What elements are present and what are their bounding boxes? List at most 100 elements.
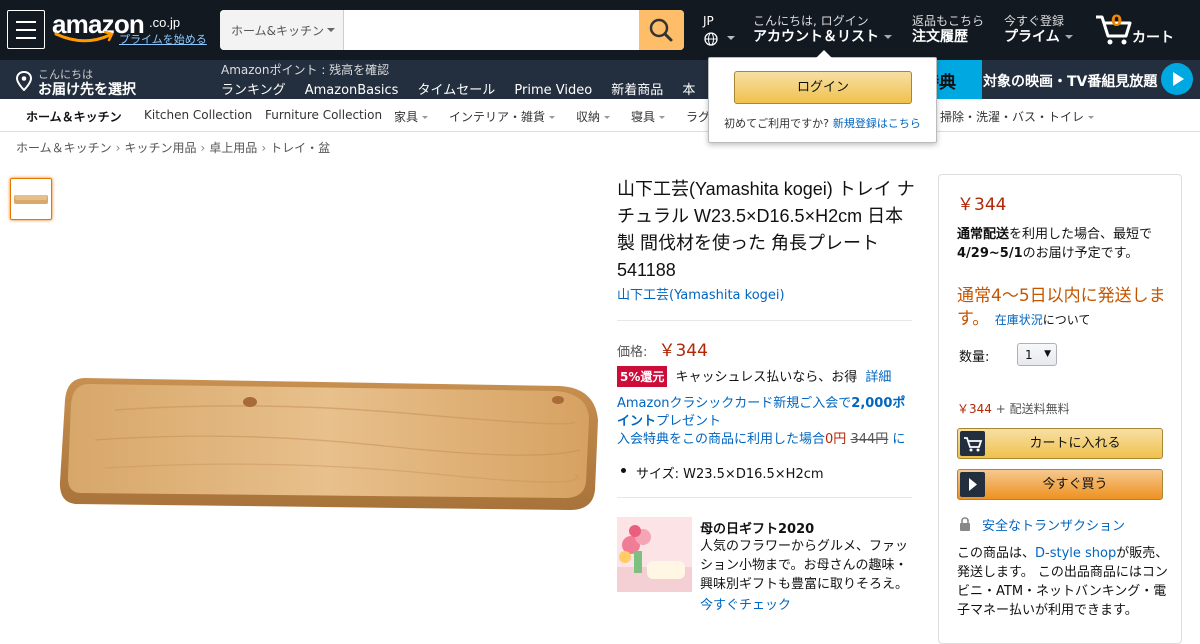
chevron-down-icon (659, 116, 666, 119)
location-pin-icon (15, 71, 33, 91)
nav-belt: amazon .co.jp プライムを始める ホーム&キッチン JP こんにちは… (0, 0, 1200, 60)
flyout-arrow (816, 50, 832, 58)
search-input[interactable] (344, 10, 639, 50)
prime-line2: プライム (1004, 29, 1060, 45)
secure-transaction-label: 安全なトランザクション (982, 519, 1126, 534)
card-benefit-price: 0円 (825, 432, 847, 447)
account-label: アカウント＆リスト (753, 29, 879, 45)
subnav-rugs[interactable]: ラグ (686, 108, 710, 125)
delivery-text: を利用した場合、最短で (1009, 227, 1153, 242)
quantity-select[interactable]: 1 ▼ (1017, 343, 1057, 366)
nav-link-timesale[interactable]: タイムセール (418, 83, 496, 98)
delivery-type: 通常配送 (957, 227, 1010, 242)
caret-down-icon: ▼ (1044, 349, 1051, 359)
chevron-down-icon (1064, 35, 1073, 39)
quantity-label: 数量: (959, 350, 990, 365)
account-greeting: こんにちは, ログイン (753, 14, 869, 28)
subnav-storage-label: 収納 (576, 110, 601, 124)
search-category-label: ホーム&キッチン (231, 24, 324, 38)
subnav-cleaning[interactable]: 掃除・洗濯・バス・トイレ (940, 108, 1095, 125)
nav-link-books[interactable]: 本 (682, 83, 695, 98)
breadcrumb-item[interactable]: トレイ・盆 (270, 141, 330, 155)
card-promo-present: プレゼント (656, 414, 722, 429)
brand-link[interactable]: 山下工芸(Yamashita kogei) (617, 284, 785, 303)
seller-info: この商品は、D-style shopが販売、発送します。 この出品商品にはコンビ… (957, 544, 1171, 620)
subnav-home-kitchen[interactable]: ホーム＆キッチン (26, 108, 122, 125)
product-main-image[interactable] (55, 370, 603, 518)
subnav-furniture-label: 家具 (394, 110, 419, 124)
subnav-interior[interactable]: インテリア・雑貨 (449, 108, 556, 125)
buy-box: ￥344 通常配送を利用した場合、最短で 4/29~5/1のお届け予定です。 通… (938, 174, 1182, 644)
nav-link-prime-video[interactable]: Prime Video (514, 83, 592, 98)
new-customer-text: 初めてご利用ですか? (724, 117, 829, 130)
orders-link[interactable]: 返品もこちら 注文履歴 (912, 14, 984, 46)
prime-video-promo[interactable]: 特典 対象の映画・TV番組見放題 (920, 60, 1200, 99)
play-icon (1161, 63, 1193, 95)
chevron-right-icon: › (200, 141, 206, 155)
nav-main: こんにちは お届け先を選択 Amazonポイント : 残高を確認 ランキング A… (0, 60, 1200, 99)
subnav-kitchen-collection[interactable]: Kitchen Collection (144, 108, 252, 122)
chevron-down-icon (1088, 116, 1095, 119)
cashback-text: キャッシュレス払いなら、お得 (675, 370, 858, 385)
hamburger-icon[interactable] (7, 10, 45, 49)
nav-link-ranking[interactable]: ランキング (221, 83, 286, 98)
stock-status-link[interactable]: 在庫状況 (995, 313, 1043, 327)
mothers-day-gift-image[interactable] (617, 517, 692, 592)
subnav-cleaning-label: 掃除・洗濯・バス・トイレ (940, 110, 1085, 124)
subnav-interior-label: インテリア・雑貨 (449, 110, 546, 124)
divider (617, 320, 912, 321)
breadcrumb-item[interactable]: ホーム＆キッチン (16, 141, 112, 155)
buy-now-label: 今すぐ買う (1042, 477, 1108, 492)
delivery-info: 通常配送を利用した場合、最短で 4/29~5/1のお届け予定です。 (957, 225, 1167, 263)
cashback-details-link[interactable]: 詳細 (865, 370, 891, 385)
seller-link[interactable]: D-style shop (1035, 546, 1116, 561)
buy-now-button[interactable]: 今すぐ買う (957, 469, 1163, 500)
product-price: ￥344 (658, 341, 708, 361)
language-code: JP (703, 14, 714, 28)
nav-link-amazonbasics[interactable]: AmazonBasics (305, 83, 399, 98)
orders-line2: 注文履歴 (912, 29, 968, 45)
subnav-furniture-collection[interactable]: Furniture Collection (265, 108, 382, 122)
product-title: 山下工芸(Yamashita kogei) トレイ ナチュラル W23.5×D1… (617, 179, 915, 280)
subnav-furniture[interactable]: 家具 (394, 108, 429, 125)
cashback-badge: 5%還元 (617, 366, 668, 387)
cart-label: カート (1132, 30, 1174, 46)
gift-check-link[interactable]: 今すぐチェック (700, 594, 791, 613)
stock-tail: について (1042, 313, 1091, 327)
chevron-right-icon: › (115, 141, 121, 155)
card-promo-link[interactable]: Amazonクラシックカード新規ご入会で2,000ポイントプレゼント 入会特典を… (617, 395, 912, 449)
subnav-bedding[interactable]: 寝具 (631, 108, 666, 125)
prime-menu[interactable]: 今すぐ登録 プライム (1004, 14, 1073, 46)
subnav-storage[interactable]: 収納 (576, 108, 611, 125)
add-to-cart-button[interactable]: カートに入れる (957, 428, 1163, 459)
search-category-select[interactable]: ホーム&キッチン (220, 10, 344, 50)
prime-signup-link[interactable]: プライムを始める (119, 31, 207, 47)
globe-icon (704, 32, 718, 46)
secure-transaction-link[interactable]: 安全なトランザクション (959, 515, 1125, 534)
gift-title: 母の日ギフト2020 (700, 522, 815, 537)
stock-status: 通常4～5日以内に発送します。 在庫状況について (957, 285, 1172, 332)
signin-button[interactable]: ログイン (734, 71, 912, 104)
promo-text: 対象の映画・TV番組見放題 (983, 74, 1158, 90)
chevron-right-icon: › (261, 141, 267, 155)
nav-link-new-arrivals[interactable]: 新着商品 (611, 83, 663, 98)
product-thumbnail[interactable] (10, 178, 52, 220)
breadcrumb-item[interactable]: 卓上用品 (209, 141, 257, 155)
search-button[interactable] (639, 10, 684, 50)
account-lists-menu[interactable]: こんにちは, ログイン アカウント＆リスト (753, 14, 892, 46)
amazon-logo[interactable]: amazon .co.jp プライムを始める (52, 9, 212, 47)
chevron-down-icon (422, 116, 429, 119)
breadcrumb-item[interactable]: キッチン用品 (124, 141, 196, 155)
deliver-line2: お届け先を選択 (38, 82, 136, 98)
points-link[interactable]: Amazonポイント : 残高を確認 (221, 61, 389, 78)
language-selector[interactable]: JP (703, 14, 735, 46)
price-label: 価格: (617, 345, 648, 360)
orders-line1: 返品もこちら (912, 14, 985, 28)
add-to-cart-label: カートに入れる (1029, 436, 1121, 451)
register-link[interactable]: 新規登録はこちら (833, 117, 921, 130)
card-benefit-tail: に (892, 432, 906, 447)
cart-link[interactable]: 0 カート (1094, 10, 1184, 50)
smile-icon (54, 31, 114, 43)
shipping-free: + 配送料無料 (995, 402, 1070, 416)
chevron-down-icon (604, 116, 611, 119)
